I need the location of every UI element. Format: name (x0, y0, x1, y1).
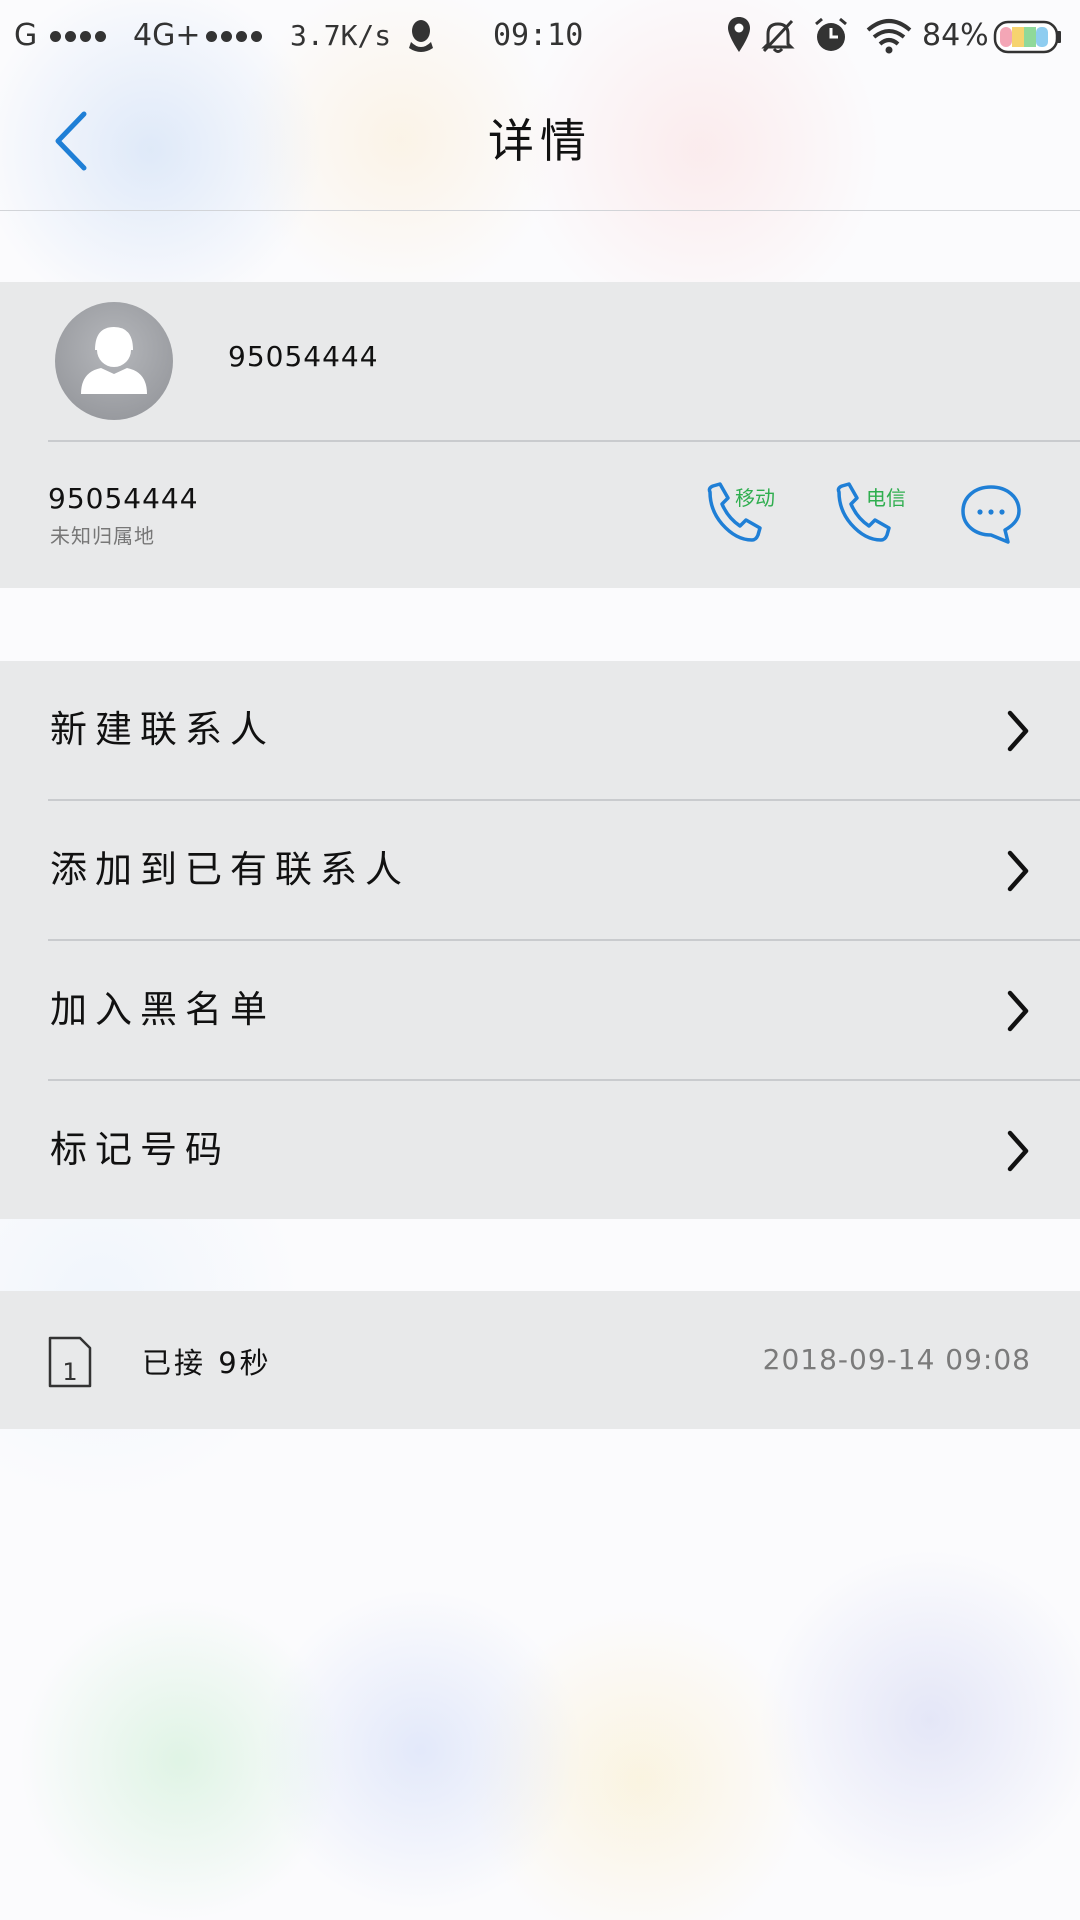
location-icon (728, 17, 750, 52)
page-title: 详情 (488, 114, 592, 168)
battery-icon (993, 20, 1061, 54)
bell-off-icon (761, 19, 795, 53)
alarm-icon (815, 17, 847, 51)
clock: 09:10 (493, 18, 584, 53)
battery-percent: 84% (922, 18, 989, 53)
chevron-right-icon (1007, 850, 1029, 892)
wifi-icon (866, 19, 912, 54)
contact-name: 95054444 (228, 340, 379, 373)
number-location: 未知归属地 (50, 524, 155, 548)
call-mobile-label: 移动 (735, 486, 775, 510)
call-status: 已接 9秒 (142, 1346, 272, 1380)
phone-number: 95054444 (48, 482, 199, 515)
qq-icon (409, 20, 433, 52)
avatar[interactable] (55, 302, 173, 420)
menu-item-blacklist[interactable]: 加入黑名单 (0, 941, 1080, 1079)
menu-item-add-to-existing[interactable]: 添加到已有联系人 (0, 801, 1080, 939)
menu-item-label: 新建联系人 (50, 708, 275, 751)
menu-item-mark-number[interactable]: 标记号码 (0, 1081, 1080, 1219)
call-time: 2018-09-14 09:08 (762, 1343, 1031, 1376)
message-button[interactable] (958, 482, 1024, 548)
chevron-right-icon (1007, 990, 1029, 1032)
divider (48, 440, 1080, 442)
menu-item-new-contact[interactable]: 新建联系人 (0, 661, 1080, 799)
sim-card-icon: 1 (48, 1336, 92, 1388)
menu-item-label: 添加到已有联系人 (50, 848, 410, 891)
header-bar: 详情 (0, 72, 1080, 211)
signal-dots-icon (206, 16, 266, 56)
network-speed: 3.7K/s (290, 19, 392, 52)
menu-item-label: 标记号码 (50, 1128, 230, 1171)
chevron-right-icon (1007, 710, 1029, 752)
person-icon (81, 327, 147, 394)
sim-slot-number: 1 (62, 1358, 77, 1386)
chevron-right-icon (1007, 1130, 1029, 1172)
status-bar: G 4G+ 3.7K/s 09:10 84% (0, 0, 1080, 72)
call-telecom-label: 电信 (866, 486, 906, 510)
signal-dots-icon (50, 16, 110, 56)
carrier-2: 4G+ (133, 18, 201, 53)
menu-item-label: 加入黑名单 (50, 988, 275, 1031)
carrier-1: G (14, 18, 38, 53)
